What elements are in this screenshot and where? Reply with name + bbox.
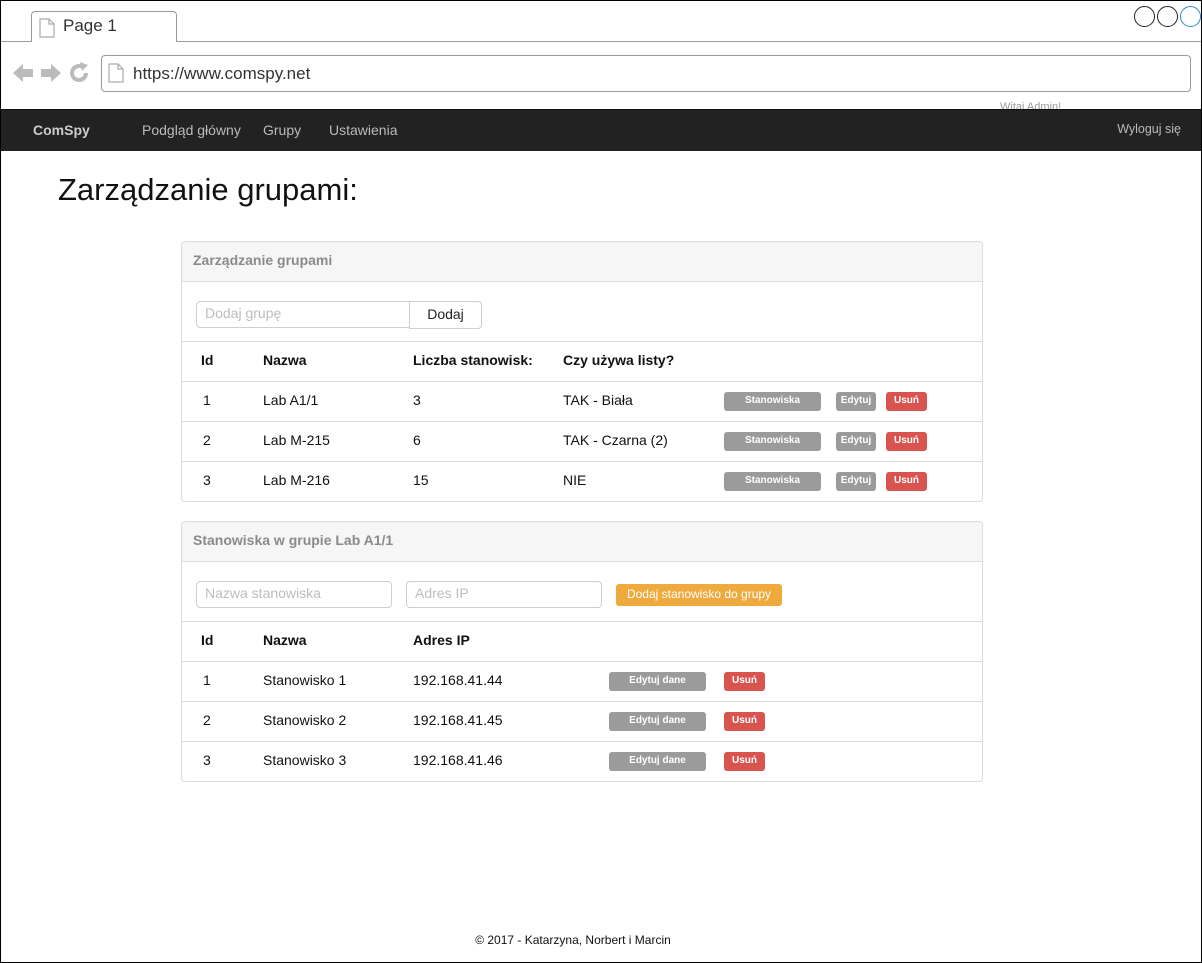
groups-table-header: Id Nazwa Liczba stanowisk: Czy używa lis… bbox=[182, 342, 982, 382]
ip-address-input[interactable]: Adres IP bbox=[406, 581, 602, 608]
browser-tab[interactable]: Page 1 bbox=[31, 11, 177, 42]
stations-panel: Stanowiska w grupie Lab A1/1 Nazwa stano… bbox=[181, 521, 983, 782]
edit-button[interactable]: Edytuj bbox=[836, 432, 876, 451]
stations-button[interactable]: Stanowiska bbox=[724, 392, 821, 411]
station-id: 3 bbox=[203, 752, 211, 768]
station-name: Stanowisko 1 bbox=[263, 672, 347, 688]
group-list-usage: NIE bbox=[563, 472, 587, 488]
add-station-form: Nazwa stanowiska Adres IP Dodaj stanowis… bbox=[182, 562, 982, 622]
column-header: Czy używa listy? bbox=[563, 352, 675, 368]
page-icon bbox=[39, 18, 55, 43]
tab-title: Page 1 bbox=[63, 16, 117, 35]
column-header: Nazwa bbox=[263, 352, 307, 368]
delete-button[interactable]: Usuń bbox=[724, 752, 765, 771]
table-row: 2 Stanowisko 2 192.168.41.45 Edytuj dane… bbox=[182, 702, 982, 742]
edit-data-button[interactable]: Edytuj dane bbox=[609, 712, 706, 731]
logout-link[interactable]: Wyloguj się bbox=[1117, 122, 1181, 136]
group-station-count: 3 bbox=[413, 392, 421, 408]
groups-panel-heading: Zarządzanie grupami bbox=[182, 242, 982, 282]
stations-panel-heading: Stanowiska w grupie Lab A1/1 bbox=[182, 522, 982, 562]
page-icon bbox=[108, 63, 124, 88]
url-text: https://www.comspy.net bbox=[133, 64, 311, 83]
delete-button[interactable]: Usuń bbox=[886, 472, 927, 491]
forward-arrow-icon[interactable] bbox=[39, 61, 63, 85]
page-title: Zarządzanie grupami: bbox=[58, 172, 358, 207]
table-row: 1 Stanowisko 1 192.168.41.44 Edytuj dane… bbox=[182, 662, 982, 702]
back-arrow-icon[interactable] bbox=[11, 61, 35, 85]
station-ip: 192.168.41.46 bbox=[413, 752, 503, 768]
tab-bar: Page 1 bbox=[1, 1, 1201, 42]
window-circle-icon[interactable] bbox=[1134, 6, 1155, 27]
edit-button[interactable]: Edytuj bbox=[836, 392, 876, 411]
edit-button[interactable]: Edytuj bbox=[836, 472, 876, 491]
reload-icon[interactable] bbox=[67, 61, 91, 85]
column-header: Nazwa bbox=[263, 632, 307, 648]
nav-link-overview[interactable]: Podgląd główny bbox=[142, 122, 241, 138]
browser-window: Page 1 https://www.comspy.net Witaj Admi… bbox=[0, 0, 1202, 963]
footer-text: © 2017 - Katarzyna, Norbert i Marcin bbox=[475, 933, 671, 947]
group-list-usage: TAK - Czarna (2) bbox=[563, 432, 668, 448]
window-circle-icon[interactable] bbox=[1180, 6, 1201, 27]
group-list-usage: TAK - Biała bbox=[563, 392, 633, 408]
address-bar[interactable]: https://www.comspy.net bbox=[101, 55, 1191, 92]
station-name-input[interactable]: Nazwa stanowiska bbox=[196, 581, 392, 608]
table-row: 2 Lab M-215 6 TAK - Czarna (2) Stanowisk… bbox=[182, 422, 982, 462]
delete-button[interactable]: Usuń bbox=[724, 712, 765, 731]
station-ip: 192.168.41.45 bbox=[413, 712, 503, 728]
table-row: 3 Lab M-216 15 NIE Stanowiska Edytuj Usu… bbox=[182, 462, 982, 501]
brand-logo[interactable]: ComSpy bbox=[33, 122, 90, 138]
group-name: Lab M-215 bbox=[263, 432, 330, 448]
stations-button[interactable]: Stanowiska bbox=[724, 432, 821, 451]
group-id: 2 bbox=[203, 432, 211, 448]
station-ip: 192.168.41.44 bbox=[413, 672, 503, 688]
window-circle-icon[interactable] bbox=[1157, 6, 1178, 27]
group-station-count: 15 bbox=[413, 472, 429, 488]
group-station-count: 6 bbox=[413, 432, 421, 448]
column-header: Liczba stanowisk: bbox=[413, 352, 533, 368]
add-station-button[interactable]: Dodaj stanowisko do grupy bbox=[616, 584, 782, 606]
add-group-button[interactable]: Dodaj bbox=[409, 301, 482, 329]
delete-button[interactable]: Usuń bbox=[886, 432, 927, 451]
nav-link-groups[interactable]: Grupy bbox=[263, 122, 301, 138]
station-name: Stanowisko 2 bbox=[263, 712, 347, 728]
stations-table-header: Id Nazwa Adres IP bbox=[182, 622, 982, 662]
column-header: Adres IP bbox=[413, 632, 470, 648]
add-group-input[interactable]: Dodaj grupę bbox=[196, 301, 410, 328]
station-id: 1 bbox=[203, 672, 211, 688]
group-id: 1 bbox=[203, 392, 211, 408]
group-id: 3 bbox=[203, 472, 211, 488]
column-header: Id bbox=[201, 352, 214, 368]
table-row: 1 Lab A1/1 3 TAK - Biała Stanowiska Edyt… bbox=[182, 382, 982, 422]
delete-button[interactable]: Usuń bbox=[724, 672, 765, 691]
table-row: 3 Stanowisko 3 192.168.41.46 Edytuj dane… bbox=[182, 742, 982, 781]
browser-nav-buttons bbox=[11, 61, 91, 85]
groups-panel: Zarządzanie grupami Dodaj grupę Dodaj Id… bbox=[181, 241, 983, 502]
nav-link-settings[interactable]: Ustawienia bbox=[329, 122, 397, 138]
edit-data-button[interactable]: Edytuj dane bbox=[609, 672, 706, 691]
group-name: Lab A1/1 bbox=[263, 392, 319, 408]
add-group-form: Dodaj grupę Dodaj bbox=[182, 282, 982, 342]
column-header: Id bbox=[201, 632, 214, 648]
app-navbar: ComSpy Podgląd główny Grupy Ustawienia W… bbox=[1, 109, 1201, 151]
edit-data-button[interactable]: Edytuj dane bbox=[609, 752, 706, 771]
group-name: Lab M-216 bbox=[263, 472, 330, 488]
window-controls bbox=[1134, 6, 1201, 27]
delete-button[interactable]: Usuń bbox=[886, 392, 927, 411]
station-name: Stanowisko 3 bbox=[263, 752, 347, 768]
station-id: 2 bbox=[203, 712, 211, 728]
stations-button[interactable]: Stanowiska bbox=[724, 472, 821, 491]
